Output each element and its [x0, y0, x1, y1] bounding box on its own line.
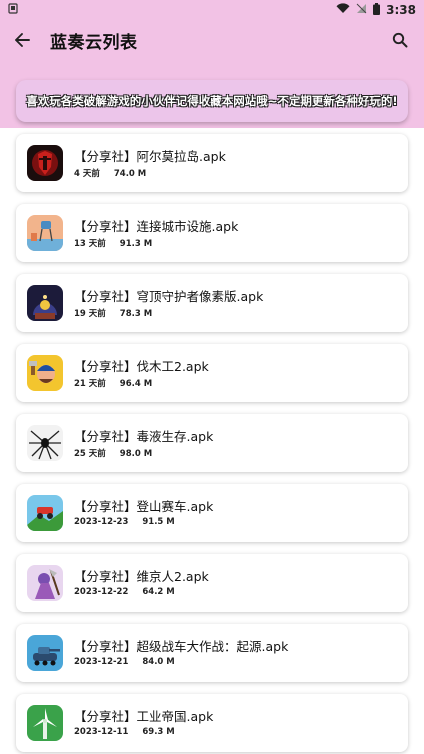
- back-button[interactable]: [10, 28, 34, 52]
- file-meta: 19 天前 78.3 M: [74, 307, 152, 319]
- notice-banner-text: 喜欢玩各类破解游戏的小伙伴记得收藏本网站哦~不定期更新各种好玩的!: [26, 94, 398, 108]
- file-size: 96.4 M: [119, 379, 153, 389]
- windmill-icon: [27, 705, 63, 741]
- list-item[interactable]: 【分享社】工业帝国.apk 2023-12-11 69.3 M: [16, 694, 408, 752]
- file-meta: 2023-12-11 69.3 M: [74, 727, 175, 737]
- file-name: 【分享社】毒液生存.apk: [74, 429, 214, 444]
- file-size: 74.0 M: [113, 169, 147, 179]
- file-date: 25 天前: [74, 449, 106, 459]
- no-signal-icon: [356, 3, 367, 17]
- file-meta: 13 天前 91.3 M: [74, 237, 152, 249]
- list-item[interactable]: 【分享社】毒液生存.apk 25 天前 98.0 M: [16, 414, 408, 472]
- file-meta: 4 天前 74.0 M: [74, 167, 146, 179]
- file-meta: 2023-12-22 64.2 M: [74, 587, 175, 597]
- hill-climb-car-icon: [27, 495, 63, 531]
- lumberjack-icon: [27, 355, 63, 391]
- file-meta: 25 天前 98.0 M: [74, 447, 152, 459]
- file-name: 【分享社】维京人2.apk: [74, 569, 209, 584]
- file-date: 4 天前: [74, 169, 100, 179]
- viking-icon: [27, 565, 63, 601]
- file-name: 【分享社】阿尔莫拉岛.apk: [74, 149, 226, 164]
- status-right: 3:38: [336, 2, 416, 18]
- file-date: 21 天前: [74, 379, 106, 389]
- list-item[interactable]: 【分享社】伐木工2.apk 21 天前 96.4 M: [16, 344, 408, 402]
- search-button[interactable]: [388, 28, 412, 52]
- water-tower-icon: [27, 215, 63, 251]
- file-date: 2023-12-21: [74, 657, 129, 667]
- file-name: 【分享社】连接城市设施.apk: [74, 219, 239, 234]
- page-title: 蓝奏云列表: [50, 33, 138, 53]
- file-meta: 21 天前 96.4 M: [74, 377, 152, 389]
- battery-icon: [373, 2, 381, 18]
- file-size: 64.2 M: [142, 587, 175, 597]
- list-item[interactable]: 【分享社】阿尔莫拉岛.apk 4 天前 74.0 M: [16, 134, 408, 192]
- file-date: 2023-12-22: [74, 587, 129, 597]
- search-icon: [392, 32, 408, 48]
- spider-icon: [27, 425, 63, 461]
- file-date: 2023-12-23: [74, 517, 129, 527]
- file-size: 84.0 M: [142, 657, 175, 667]
- file-meta: 2023-12-21 84.0 M: [74, 657, 175, 667]
- status-time: 3:38: [386, 3, 416, 17]
- list-item[interactable]: 【分享社】穹顶守护者像素版.apk 19 天前 78.3 M: [16, 274, 408, 332]
- file-size: 91.3 M: [119, 239, 153, 249]
- file-meta: 2023-12-23 91.5 M: [74, 517, 175, 527]
- file-date: 2023-12-11: [74, 727, 129, 737]
- tank-icon: [27, 635, 63, 671]
- file-name: 【分享社】超级战车大作战：起源.apk: [74, 639, 289, 654]
- file-name: 【分享社】登山赛车.apk: [74, 499, 214, 514]
- app-bar: 蓝奏云列表: [0, 20, 424, 62]
- wifi-icon: [336, 3, 350, 17]
- red-knight-icon: [27, 145, 63, 181]
- arrow-left-icon: [15, 33, 30, 47]
- dome-guardian-icon: [27, 285, 63, 321]
- list-item[interactable]: 【分享社】登山赛车.apk 2023-12-23 91.5 M: [16, 484, 408, 542]
- file-size: 78.3 M: [119, 309, 153, 319]
- file-name: 【分享社】伐木工2.apk: [74, 359, 209, 374]
- sim-alert-icon: [8, 3, 18, 17]
- file-name: 【分享社】穹顶守护者像素版.apk: [74, 289, 264, 304]
- file-size: 98.0 M: [119, 449, 153, 459]
- file-date: 19 天前: [74, 309, 106, 319]
- file-date: 13 天前: [74, 239, 106, 249]
- file-name: 【分享社】工业帝国.apk: [74, 709, 214, 724]
- status-left: [8, 3, 18, 17]
- list-item[interactable]: 【分享社】维京人2.apk 2023-12-22 64.2 M: [16, 554, 408, 612]
- list-item[interactable]: 【分享社】超级战车大作战：起源.apk 2023-12-21 84.0 M: [16, 624, 408, 682]
- file-size: 91.5 M: [142, 517, 175, 527]
- list-item[interactable]: 【分享社】连接城市设施.apk 13 天前 91.3 M: [16, 204, 408, 262]
- file-size: 69.3 M: [142, 727, 175, 737]
- notice-banner: 喜欢玩各类破解游戏的小伙伴记得收藏本网站哦~不定期更新各种好玩的!: [16, 80, 408, 122]
- status-bar: 3:38: [0, 0, 424, 20]
